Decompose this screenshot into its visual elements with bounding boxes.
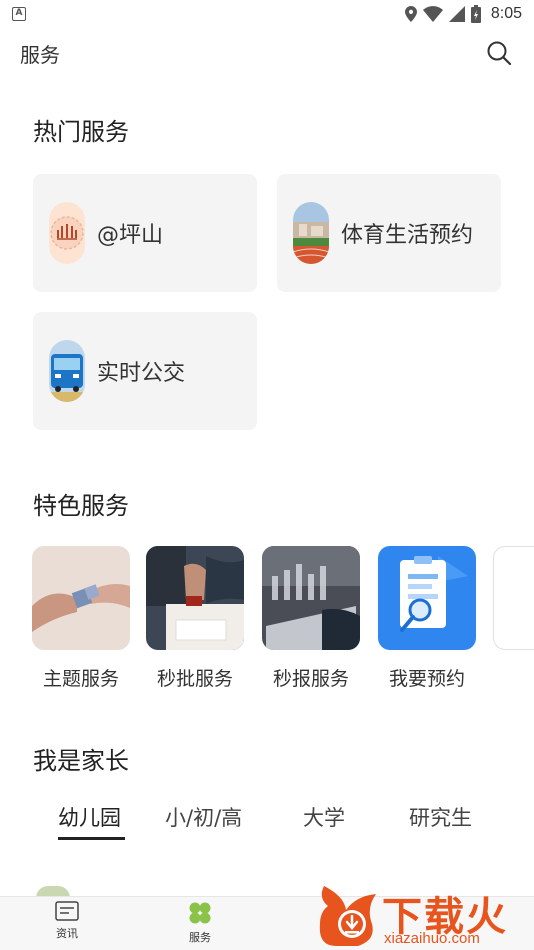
nav-label: 资讯 [56,927,78,940]
feature-make-appointment[interactable]: 我要预约 [378,546,478,691]
status-icons: 8:05 [404,5,522,23]
search-button[interactable] [484,38,514,68]
tab-university[interactable]: 大学 [303,802,345,832]
stamp-document-image [146,546,244,650]
pingshan-logo-icon [49,202,85,264]
status-bar: A 8:05 [0,0,534,28]
active-tab-indicator [58,837,125,840]
tab-kindergarten[interactable]: 幼儿园 [58,802,121,832]
flame-logo-icon [319,886,376,946]
feature-theme-service[interactable]: 主题服务 [32,546,132,691]
status-time: 8:05 [490,5,522,22]
bus-icon [49,340,85,402]
puzzle-hands-image [32,546,130,650]
feature-instant-approval[interactable]: 秒批服务 [146,546,246,691]
search-icon [487,41,512,66]
tab-primary-secondary[interactable]: 小/初/高 [165,802,242,832]
location-icon [404,6,417,22]
featured-services-title: 特色服务 [33,492,129,520]
watermark: 下载火 xiazaihuo.com [314,880,534,950]
app-bar: 服务 [0,28,534,78]
page-title: 服务 [20,42,60,67]
hot-service-label: 体育生活预约 [341,223,474,248]
nav-item-services[interactable]: 服务 [170,901,230,945]
nav-item-news[interactable]: 资讯 [37,901,97,941]
feature-label: 我要预约 [388,668,465,690]
feature-label: 秒报服务 [272,668,349,690]
feature-label: 秒批服务 [156,668,233,690]
nav-label: 服务 [189,931,211,944]
laptop-chart-image [262,546,360,650]
signal-icon [448,6,465,22]
battery-icon [470,5,481,23]
notification-icon: A [12,7,26,21]
hot-service-sports[interactable]: 体育生活预约 [277,174,501,292]
tab-graduate[interactable]: 研究生 [409,802,472,832]
parent-section-title: 我是家长 [33,747,129,775]
hot-service-pingshan[interactable]: @坪山 [33,174,257,292]
hot-service-label: 实时公交 [97,361,186,386]
watermark-url: xiazaihuo.com [384,930,480,947]
hot-service-label: @坪山 [97,223,164,248]
sports-field-icon [293,202,329,264]
feature-more[interactable] [493,546,534,664]
news-icon [55,901,79,921]
feature-instant-report[interactable]: 秒报服务 [262,546,362,691]
wifi-icon [422,6,443,22]
clover-icon [189,902,211,924]
hot-services-title: 热门服务 [33,118,129,146]
feature-partial-image [493,546,534,650]
appointment-clipboard-image [378,546,476,650]
hot-service-bus[interactable]: 实时公交 [33,312,257,430]
feature-label: 主题服务 [42,668,119,690]
